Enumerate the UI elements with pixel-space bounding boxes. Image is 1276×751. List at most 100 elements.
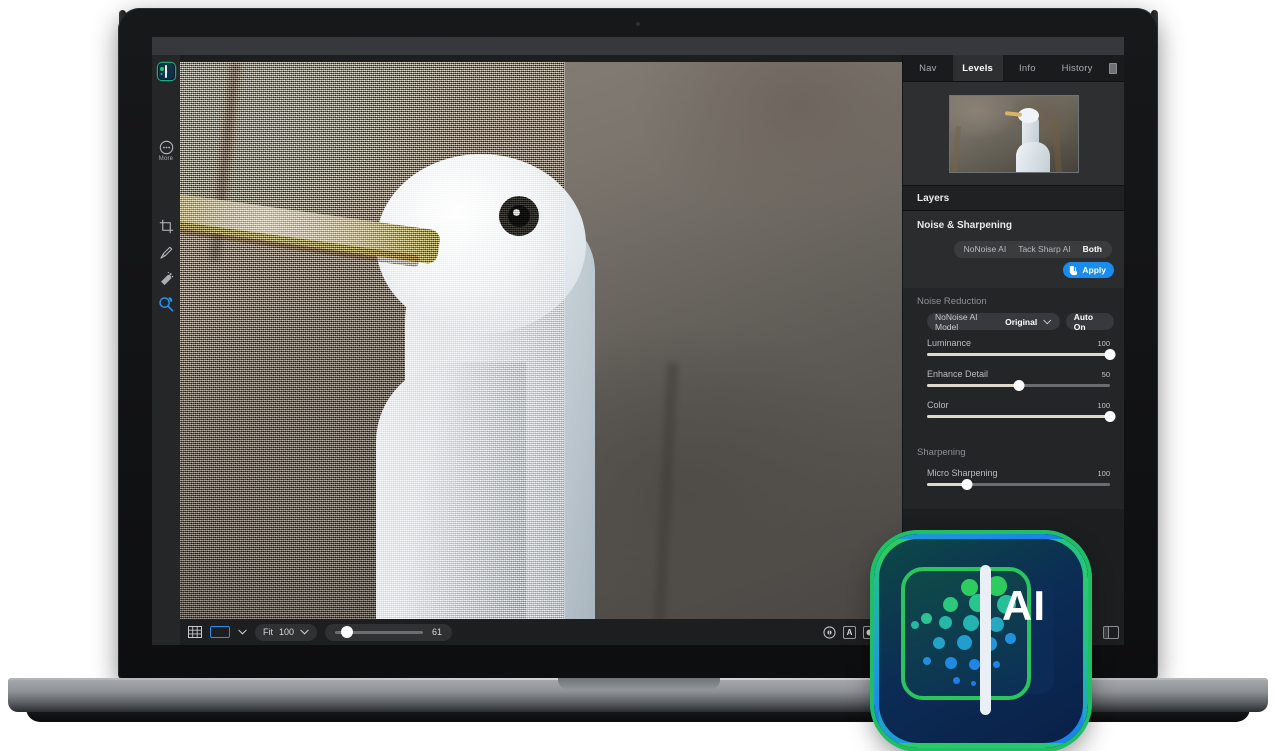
- single-view-toggle[interactable]: [210, 626, 230, 638]
- nonoise-model-dropdown[interactable]: NoNoise AI Model Original: [927, 311, 1060, 332]
- view-mode-chevron-down-icon[interactable]: [238, 629, 247, 635]
- sidebar-item-healing[interactable]: [152, 265, 180, 291]
- zoom-slider-knob[interactable]: [341, 626, 354, 638]
- sidebar-item-crop[interactable]: [152, 213, 180, 239]
- enhance-detail-fill: [927, 384, 1019, 387]
- photo-background-right: [564, 62, 902, 619]
- sidebar-item-zoom[interactable]: [152, 291, 180, 317]
- rail-spacer-mid: [152, 171, 180, 213]
- annotation-a-badge[interactable]: A: [843, 625, 856, 639]
- before-image-noisy: [180, 62, 564, 619]
- zoom-value: 61: [432, 627, 443, 637]
- image-canvas[interactable]: [180, 55, 902, 645]
- noise-reduction-section: Noise Reduction NoNoise AI Model Origina…: [903, 288, 1124, 441]
- after-image-denoised: [564, 62, 902, 619]
- mask-icon: [866, 628, 873, 636]
- more-label: More: [158, 156, 174, 162]
- apply-row: Apply: [903, 258, 1124, 278]
- window-titlebar: [152, 37, 1124, 55]
- panel-collapse-icon: [1109, 62, 1117, 74]
- color-slider: Color 100: [903, 400, 1124, 422]
- zoom-fit-dropdown[interactable]: Fit 100: [255, 623, 318, 641]
- luminance-knob[interactable]: [1104, 349, 1116, 360]
- luminance-label: Luminance: [927, 338, 972, 348]
- more-dots-icon: [159, 140, 173, 155]
- color-fill: [927, 415, 1110, 418]
- bottom-toolbar: Fit 100 61 A: [180, 619, 902, 645]
- panel-tabs: Nav Levels Info History: [903, 55, 1124, 82]
- model-label: NoNoise AI Model: [935, 311, 978, 332]
- apply-button[interactable]: Apply: [1063, 262, 1114, 278]
- tab-levels[interactable]: Levels: [952, 55, 1003, 81]
- fit-value: 100: [279, 627, 295, 637]
- enhance-detail-knob[interactable]: [1013, 380, 1024, 391]
- model-chevron-down-icon: [1043, 319, 1052, 324]
- mode-segmented-row: NoNoise AI Tack Sharp AI Both: [903, 241, 1124, 258]
- enhance-detail-value: 50: [1101, 370, 1110, 379]
- luminance-value: 100: [1097, 339, 1110, 348]
- luminance-fill: [927, 353, 1110, 356]
- screenshot-stage: More Fit 100 61 A Nav Levels Info Histor…: [0, 0, 1276, 751]
- ai-photo-app-icon: AI: [874, 534, 1088, 748]
- color-knob[interactable]: [1104, 411, 1116, 422]
- webcam-dot: [636, 22, 640, 26]
- sidebar-item-retouch[interactable]: [152, 239, 180, 265]
- mode-segmented-control[interactable]: NoNoise AI Tack Sharp AI Both: [953, 241, 1112, 258]
- color-track[interactable]: [927, 411, 1116, 422]
- left-tool-rail: More: [152, 55, 180, 645]
- navigator-preview[interactable]: [903, 82, 1124, 185]
- segment-both[interactable]: Both: [1077, 241, 1108, 258]
- color-value: 100: [1097, 401, 1110, 410]
- grid-view-icon[interactable]: [188, 626, 202, 638]
- micro-sharpening-slider: Micro Sharpening 100: [903, 464, 1124, 490]
- sharpening-section: Sharpening Micro Sharpening 100: [903, 441, 1124, 509]
- apply-label: Apply: [1082, 265, 1106, 275]
- sidebar-item-more[interactable]: More: [152, 131, 180, 171]
- enhance-detail-label: Enhance Detail: [927, 369, 989, 379]
- navigator-thumbnail: [948, 94, 1079, 173]
- color-label: Color: [927, 400, 949, 410]
- tab-nav[interactable]: Nav: [903, 55, 953, 81]
- grid-icon: [188, 626, 202, 638]
- before-after-split-handle[interactable]: [564, 62, 565, 619]
- tab-history[interactable]: History: [1052, 55, 1102, 81]
- auto-on-button[interactable]: Auto On: [1065, 312, 1114, 332]
- before-after-viewer[interactable]: [180, 62, 902, 619]
- luminance-head: Luminance 100: [927, 338, 1110, 348]
- panel-collapse-button[interactable]: [1102, 55, 1124, 81]
- enhance-detail-slider: Enhance Detail 50: [903, 369, 1124, 391]
- micro-sharpening-value: 100: [1097, 469, 1110, 478]
- noise-sharpening-title: Noise & Sharpening: [917, 219, 1013, 231]
- eye-icon: [823, 625, 836, 639]
- enhance-detail-head: Enhance Detail 50: [927, 369, 1110, 379]
- color-head: Color 100: [927, 400, 1110, 410]
- fit-label: Fit: [263, 627, 273, 637]
- tab-info[interactable]: Info: [1003, 55, 1053, 81]
- split-panel-toggle[interactable]: [1103, 626, 1119, 639]
- layers-section-header[interactable]: Layers: [903, 185, 1124, 211]
- retouch-brush-icon: [159, 246, 172, 259]
- noise-sharpening-body: NoNoise AI Tack Sharp AI Both Apply: [903, 239, 1124, 288]
- noise-sharpening-header: Noise & Sharpening: [903, 211, 1124, 239]
- sidebar-item-app-logo[interactable]: [152, 55, 180, 89]
- eye-preview-icon[interactable]: [823, 625, 836, 639]
- luminance-track[interactable]: [927, 349, 1116, 360]
- app-logo-icon: [157, 63, 175, 80]
- micro-sharpening-label: Micro Sharpening: [927, 468, 998, 478]
- model-row: NoNoise AI Model Original Auto On: [903, 311, 1124, 338]
- zoom-slider-group[interactable]: 61: [325, 623, 453, 641]
- healing-icon: [160, 271, 173, 285]
- zoom-slider-track[interactable]: [335, 626, 424, 638]
- magnifier-icon: [159, 297, 174, 312]
- rail-spacer-top: [152, 89, 180, 131]
- laptop-base-notch: [558, 678, 720, 689]
- micro-sharpening-knob[interactable]: [961, 479, 973, 490]
- micro-sharpening-track[interactable]: [927, 479, 1110, 490]
- egret-photo-right: [564, 62, 902, 619]
- enhance-detail-track[interactable]: [927, 380, 1110, 391]
- segment-tack-sharp-ai[interactable]: Tack Sharp AI: [1012, 241, 1076, 258]
- noise-reduction-title: Noise Reduction: [917, 296, 987, 307]
- segment-nonoise-ai[interactable]: NoNoise AI: [958, 241, 1013, 258]
- sharpening-title: Sharpening: [917, 447, 966, 458]
- crop-icon: [159, 219, 173, 233]
